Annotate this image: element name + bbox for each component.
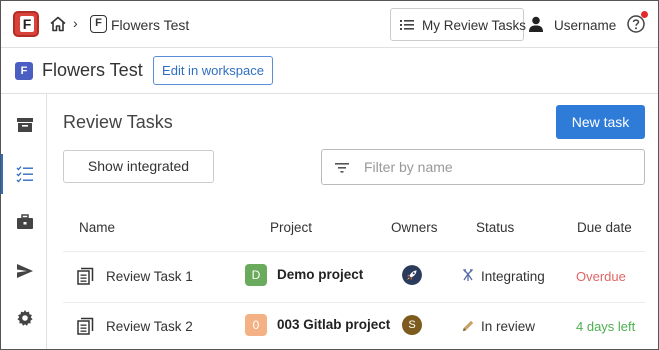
nav-archive[interactable] bbox=[1, 105, 47, 145]
my-review-tasks-label: My Review Tasks bbox=[422, 18, 527, 33]
column-header-due-date[interactable]: Due date bbox=[577, 220, 632, 235]
table-row[interactable]: Review Task 1 D Demo project Integrating… bbox=[63, 252, 645, 302]
chevron-right-icon: › bbox=[73, 15, 78, 31]
project-chip: D bbox=[245, 264, 267, 286]
breadcrumb-project-icon: F bbox=[90, 15, 107, 33]
new-task-button[interactable]: New task bbox=[556, 105, 645, 139]
nav-settings[interactable] bbox=[1, 298, 47, 338]
due-date-label: Overdue bbox=[576, 269, 626, 284]
due-date-label: 4 days left bbox=[576, 319, 636, 334]
checklist-icon bbox=[16, 166, 33, 183]
app-logo-letter: F bbox=[20, 16, 34, 32]
archive-icon bbox=[17, 118, 33, 132]
edit-in-workspace-button[interactable]: Edit in workspace bbox=[153, 56, 273, 85]
nav-active-indicator bbox=[1, 154, 3, 194]
column-header-owners[interactable]: Owners bbox=[391, 220, 438, 235]
rocket-icon[interactable] bbox=[402, 265, 422, 285]
my-review-tasks-button[interactable]: My Review Tasks bbox=[390, 8, 527, 41]
column-header-project[interactable]: Project bbox=[270, 220, 312, 235]
project-name[interactable]: Demo project bbox=[277, 267, 363, 282]
nav-briefcase[interactable] bbox=[1, 202, 47, 242]
project-badge: F bbox=[15, 62, 33, 80]
app-logo[interactable]: F bbox=[13, 11, 39, 37]
nav-review-tasks[interactable] bbox=[1, 154, 47, 194]
filter-icon bbox=[335, 163, 349, 173]
task-document-icon bbox=[77, 267, 94, 285]
pencil-icon bbox=[463, 320, 474, 331]
app-window: F › F Flowers Test My Review Tasks Usern… bbox=[0, 0, 659, 350]
owner-avatar[interactable]: S bbox=[402, 315, 422, 335]
user-icon[interactable] bbox=[529, 16, 543, 32]
show-integrated-button[interactable]: Show integrated bbox=[63, 150, 214, 183]
left-nav bbox=[1, 94, 47, 349]
send-icon bbox=[17, 264, 33, 278]
list-icon bbox=[400, 20, 414, 30]
task-name[interactable]: Review Task 1 bbox=[106, 269, 193, 284]
merge-icon bbox=[462, 269, 474, 281]
breadcrumb-project-link[interactable]: Flowers Test bbox=[111, 17, 189, 33]
gear-icon bbox=[17, 310, 33, 326]
column-header-status[interactable]: Status bbox=[476, 220, 514, 235]
briefcase-icon bbox=[17, 214, 33, 229]
project-chip: 0 bbox=[245, 314, 267, 336]
project-title: Flowers Test bbox=[42, 60, 143, 80]
task-name[interactable]: Review Task 2 bbox=[106, 319, 193, 334]
filter-input[interactable] bbox=[364, 157, 634, 177]
notification-dot bbox=[641, 11, 648, 18]
table-row[interactable]: Review Task 2 0 003 Gitlab project S In … bbox=[63, 302, 645, 349]
column-header-name[interactable]: Name bbox=[79, 220, 115, 235]
task-document-icon bbox=[77, 317, 94, 335]
status-label: In review bbox=[481, 319, 536, 334]
status-label: Integrating bbox=[481, 269, 545, 284]
project-name[interactable]: 003 Gitlab project bbox=[277, 317, 390, 332]
home-icon[interactable] bbox=[49, 15, 67, 33]
filter-field[interactable] bbox=[321, 149, 645, 185]
username-label[interactable]: Username bbox=[554, 18, 616, 33]
top-bar: F › F Flowers Test My Review Tasks Usern… bbox=[1, 1, 658, 48]
nav-send[interactable] bbox=[1, 251, 47, 291]
project-header: F Flowers Test Edit in workspace bbox=[1, 48, 658, 94]
page-title: Review Tasks bbox=[63, 112, 173, 132]
